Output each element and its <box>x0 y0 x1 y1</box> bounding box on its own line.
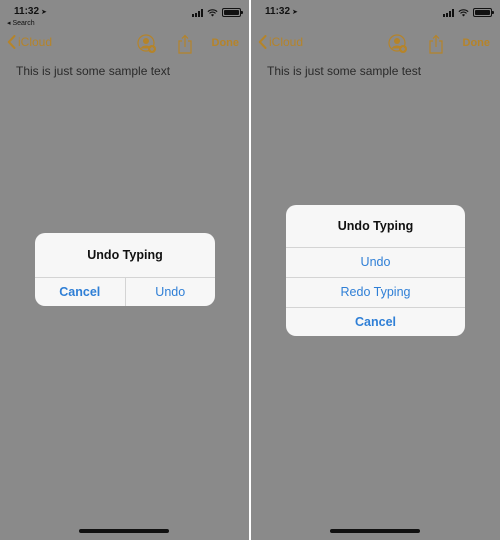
alert-button-row: Cancel Undo <box>35 278 215 306</box>
system-icons <box>192 8 243 17</box>
home-indicator[interactable] <box>330 529 420 533</box>
back-button[interactable]: iCloud <box>7 35 52 49</box>
system-icons <box>443 8 494 17</box>
status-bar: 11:32 ➤ <box>251 4 500 28</box>
battery-icon <box>222 8 243 17</box>
navigation-bar: iCloud Done <box>251 34 500 54</box>
status-time: 11:32 ➤ <box>265 6 298 17</box>
signal-icon <box>192 8 203 17</box>
done-button[interactable]: Done <box>463 37 491 49</box>
note-body-text[interactable]: This is just some sample text <box>16 64 170 78</box>
status-time: 11:32 ➤ <box>14 6 47 17</box>
wifi-icon <box>207 8 218 17</box>
battery-icon <box>473 8 494 17</box>
done-button[interactable]: Done <box>212 37 240 49</box>
left-screenshot: 11:32 ➤ ◂ Search iCloud Done This is just… <box>0 0 249 540</box>
status-time-text: 11:32 <box>14 6 40 17</box>
chevron-left-icon <box>258 35 267 49</box>
undo-typing-alert: Undo Typing Cancel Undo <box>35 233 215 306</box>
home-indicator[interactable] <box>79 529 169 533</box>
right-screenshot: 11:32 ➤ iCloud Done This is just some sam… <box>251 0 500 540</box>
add-person-icon[interactable] <box>388 34 408 54</box>
signal-icon <box>443 8 454 17</box>
share-icon[interactable] <box>177 34 193 54</box>
alert-title: Undo Typing <box>87 248 163 262</box>
back-button[interactable]: iCloud <box>258 35 303 49</box>
back-button-label: iCloud <box>269 35 304 49</box>
status-time-text: 11:32 <box>265 6 291 17</box>
status-bar: 11:32 ➤ ◂ Search <box>0 4 249 28</box>
undo-button[interactable]: Undo <box>286 248 465 277</box>
chevron-left-icon <box>7 35 16 49</box>
wifi-icon <box>458 8 469 17</box>
undo-typing-alert: Undo Typing Undo Redo Typing Cancel <box>286 205 465 336</box>
back-button-label: iCloud <box>18 35 53 49</box>
undo-button[interactable]: Undo <box>126 278 216 306</box>
navigation-bar: iCloud Done <box>0 34 249 54</box>
share-icon[interactable] <box>428 34 444 54</box>
location-arrow-icon: ➤ <box>41 9 47 16</box>
redo-typing-button[interactable]: Redo Typing <box>286 278 465 307</box>
location-arrow-icon: ➤ <box>292 9 298 16</box>
note-body-text[interactable]: This is just some sample test <box>267 64 421 78</box>
cancel-button[interactable]: Cancel <box>35 278 125 306</box>
alert-title: Undo Typing <box>337 219 414 233</box>
back-to-search-link[interactable]: ◂ Search <box>7 19 35 27</box>
cancel-button[interactable]: Cancel <box>286 308 465 336</box>
add-person-icon[interactable] <box>137 34 157 54</box>
